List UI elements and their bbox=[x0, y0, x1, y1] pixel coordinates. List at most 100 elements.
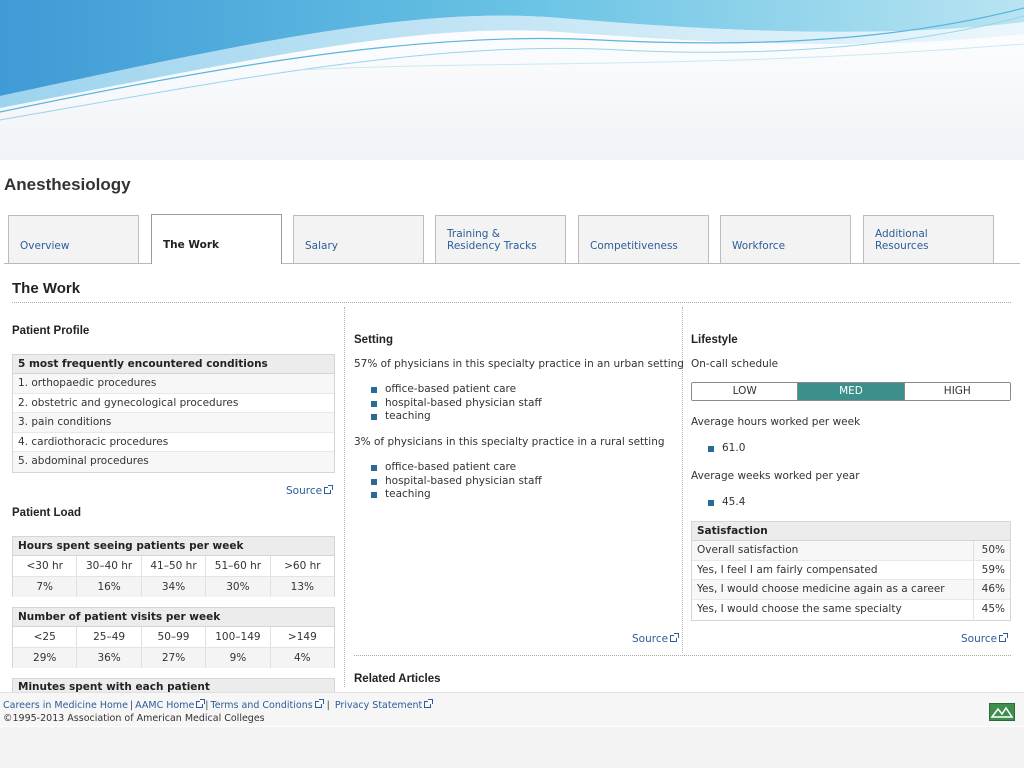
table-row: Yes, I would choose medicine again as a … bbox=[692, 580, 1010, 600]
tab-additional-resources[interactable]: Additional Resources bbox=[863, 215, 994, 263]
footer-links: Careers in Medicine Home | AAMC Home | Terms… bbox=[3, 699, 434, 711]
table-row: Yes, I would choose the same specialty 45… bbox=[692, 599, 1010, 620]
visits-col-label: 50–99 bbox=[142, 627, 207, 647]
satisfaction-value: 46% bbox=[973, 580, 1010, 599]
tab-label: Salary bbox=[305, 240, 338, 252]
hours-worked-label: Average hours worked per week bbox=[691, 416, 861, 428]
page-title: Anesthesiology bbox=[4, 175, 131, 194]
oncall-med: MED bbox=[798, 383, 905, 400]
minutes-table-header: Minutes spent with each patient bbox=[13, 679, 334, 692]
rural-setting-text: 3% of physicians in this specialty pract… bbox=[354, 436, 665, 448]
satisfaction-value: 50% bbox=[973, 541, 1010, 560]
external-link-icon bbox=[314, 699, 324, 708]
tab-salary[interactable]: Salary bbox=[293, 215, 424, 263]
tab-workforce[interactable]: Workforce bbox=[720, 215, 851, 263]
related-divider bbox=[354, 655, 1011, 656]
list-item: hospital-based physician staff bbox=[371, 475, 542, 489]
hours-table-header: Hours spent seeing patients per week bbox=[13, 537, 334, 556]
patient-load-heading: Patient Load bbox=[12, 507, 82, 519]
hours-col-value: 34% bbox=[142, 577, 207, 597]
hours-col-value: 16% bbox=[77, 577, 142, 597]
visits-table: Number of patient visits per week <25 25… bbox=[12, 607, 335, 668]
page-bottom-area bbox=[0, 727, 1024, 768]
external-link-icon bbox=[670, 633, 680, 642]
visits-col-value: 29% bbox=[13, 648, 78, 668]
satisfaction-table: Satisfaction Overall satisfaction 50% Yes… bbox=[691, 521, 1011, 621]
section-title: The Work bbox=[12, 280, 81, 297]
hours-col-value: 30% bbox=[206, 577, 271, 597]
tab-label: Additional Resources bbox=[875, 228, 929, 252]
satisfaction-value: 59% bbox=[973, 560, 1010, 580]
related-articles-heading: Related Articles bbox=[354, 673, 441, 685]
tab-label: The Work bbox=[163, 239, 219, 251]
separator: | bbox=[326, 700, 330, 711]
hours-col-value: 7% bbox=[13, 577, 78, 597]
tab-label: Competitiveness bbox=[590, 240, 678, 252]
satisfaction-label: Yes, I would choose medicine again as a … bbox=[697, 583, 945, 596]
hours-worked-list: 61.0 bbox=[708, 442, 745, 456]
table-row: Yes, I feel I am fairly compensated 59% bbox=[692, 560, 1010, 581]
hours-col-label: 51–60 hr bbox=[206, 556, 271, 576]
weeks-worked-label: Average weeks worked per year bbox=[691, 470, 860, 482]
hours-col-label: 41–50 hr bbox=[142, 556, 207, 576]
tab-training[interactable]: Training & Residency Tracks bbox=[435, 215, 566, 263]
column-divider bbox=[344, 307, 345, 687]
satisfaction-label: Yes, I would choose the same specialty bbox=[697, 602, 902, 615]
external-link-icon bbox=[424, 699, 434, 708]
satisfaction-label: Yes, I feel I am fairly compensated bbox=[697, 563, 878, 576]
hours-table: Hours spent seeing patients per week <30… bbox=[12, 536, 335, 597]
hours-col-label: 30–40 hr bbox=[77, 556, 142, 576]
tab-competitiveness[interactable]: Competitiveness bbox=[578, 215, 709, 263]
oncall-label: On-call schedule bbox=[691, 358, 779, 370]
visits-col-label: 100–149 bbox=[206, 627, 271, 647]
aamc-home-link[interactable]: AAMC Home bbox=[135, 699, 206, 711]
copyright: ©1995-2013 Association of American Medic… bbox=[3, 713, 265, 724]
table-row: 4. cardiothoracic procedures bbox=[13, 433, 334, 453]
weeks-worked-value: 45.4 bbox=[708, 496, 745, 510]
patient-profile-heading: Patient Profile bbox=[12, 325, 90, 337]
oncall-schedule-indicator: LOW MED HIGH bbox=[691, 382, 1011, 401]
lifestyle-source-link[interactable]: Source bbox=[961, 633, 1009, 645]
table-row: Overall satisfaction 50% bbox=[692, 541, 1010, 561]
aamc-logo-icon[interactable] bbox=[989, 703, 1015, 721]
hours-col-label: >60 hr bbox=[284, 560, 321, 572]
link-label: Terms and Conditions bbox=[210, 700, 313, 711]
visits-col-label: >149 bbox=[287, 631, 317, 643]
conditions-table-header: 5 most frequently encountered conditions bbox=[13, 355, 334, 374]
tab-overview[interactable]: Overview bbox=[8, 215, 139, 263]
patient-profile-source-link[interactable]: Source bbox=[286, 485, 334, 497]
visits-col-value: 36% bbox=[77, 648, 142, 668]
oncall-high: HIGH bbox=[904, 383, 1010, 400]
list-item: teaching bbox=[371, 410, 542, 424]
weeks-worked-list: 45.4 bbox=[708, 496, 745, 510]
visits-col-label: 25–49 bbox=[77, 627, 142, 647]
visits-col-value: 27% bbox=[142, 648, 207, 668]
source-label: Source bbox=[632, 633, 669, 645]
urban-setting-text: 57% of physicians in this specialty prac… bbox=[354, 358, 684, 370]
satisfaction-header: Satisfaction bbox=[692, 522, 1010, 541]
footer: Careers in Medicine Home | AAMC Home | Terms… bbox=[0, 692, 1024, 726]
lifestyle-heading: Lifestyle bbox=[691, 334, 738, 346]
list-item: hospital-based physician staff bbox=[371, 397, 542, 411]
hours-col-label: <30 hr bbox=[13, 556, 78, 576]
tab-the-work[interactable]: The Work bbox=[151, 214, 282, 264]
careers-home-link[interactable]: Careers in Medicine Home bbox=[3, 700, 128, 711]
table-row: 1. orthopaedic procedures bbox=[13, 374, 334, 394]
section-divider bbox=[12, 302, 1011, 303]
header-banner bbox=[0, 0, 1024, 160]
privacy-link[interactable]: Privacy Statement bbox=[335, 699, 434, 711]
banner-waves bbox=[0, 0, 1024, 121]
external-link-icon bbox=[196, 699, 206, 708]
list-item: teaching bbox=[371, 488, 542, 502]
external-link-icon bbox=[999, 633, 1009, 642]
hours-worked-value: 61.0 bbox=[708, 442, 745, 456]
visits-table-header: Number of patient visits per week bbox=[13, 608, 334, 627]
tab-label: Workforce bbox=[732, 240, 786, 252]
tab-label: Training & Residency Tracks bbox=[447, 228, 537, 252]
terms-link[interactable]: Terms and Conditions bbox=[210, 699, 324, 711]
setting-source-link[interactable]: Source bbox=[632, 633, 680, 645]
list-item: office-based patient care bbox=[371, 461, 542, 475]
separator: | bbox=[129, 700, 134, 711]
conditions-table: 5 most frequently encountered conditions… bbox=[12, 354, 335, 473]
oncall-low: LOW bbox=[692, 383, 799, 400]
